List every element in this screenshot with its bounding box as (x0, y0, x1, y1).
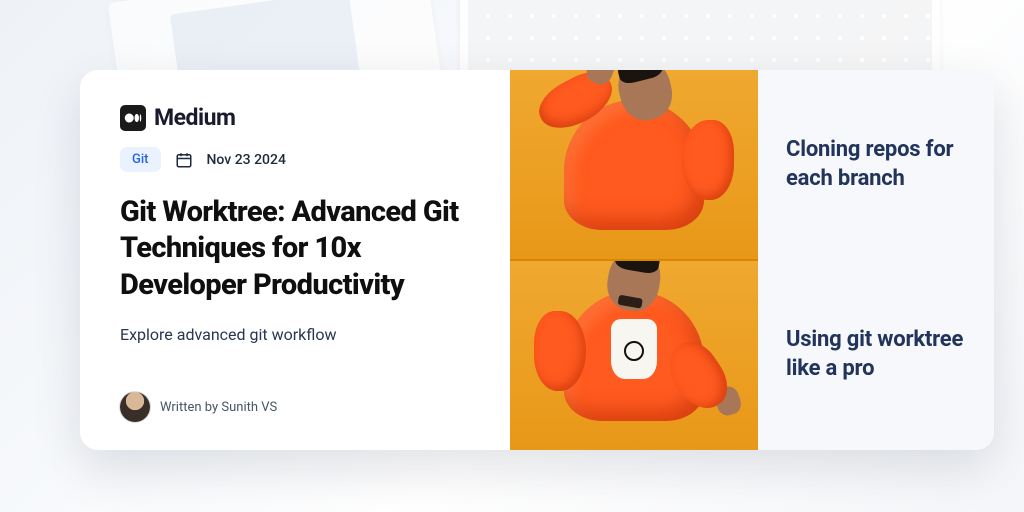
author-avatar (120, 392, 150, 422)
brand-name: Medium (154, 104, 235, 131)
meme-caption-bottom: Using git worktree like a pro (786, 326, 966, 383)
medium-logo-icon (120, 105, 146, 131)
article-card: Medium Git Nov 23 2024 Git Worktree: Adv… (80, 70, 994, 450)
brand-row: Medium (120, 104, 472, 131)
meme-caption-top-cell: Cloning repos for each branch (758, 70, 994, 260)
publish-date: Nov 23 2024 (207, 152, 286, 168)
meme-captions-column: Cloning repos for each branch Using git … (758, 70, 994, 450)
topic-tag[interactable]: Git (120, 147, 161, 172)
meme-panel-reject (510, 70, 758, 259)
meme-caption-bottom-cell: Using git worktree like a pro (758, 260, 994, 450)
meme-image-column (510, 70, 758, 450)
meta-row: Git Nov 23 2024 (120, 147, 472, 172)
calendar-icon (175, 151, 193, 169)
meme-caption-top: Cloning repos for each branch (786, 136, 966, 193)
article-info-column: Medium Git Nov 23 2024 Git Worktree: Adv… (80, 70, 510, 450)
author-byline: Written by Sunith VS (160, 400, 277, 415)
article-subtitle: Explore advanced git workflow (120, 325, 472, 344)
author-row: Written by Sunith VS (120, 392, 472, 422)
meme-panel-approve (510, 259, 758, 450)
article-title: Git Worktree: Advanced Git Techniques fo… (120, 194, 472, 303)
